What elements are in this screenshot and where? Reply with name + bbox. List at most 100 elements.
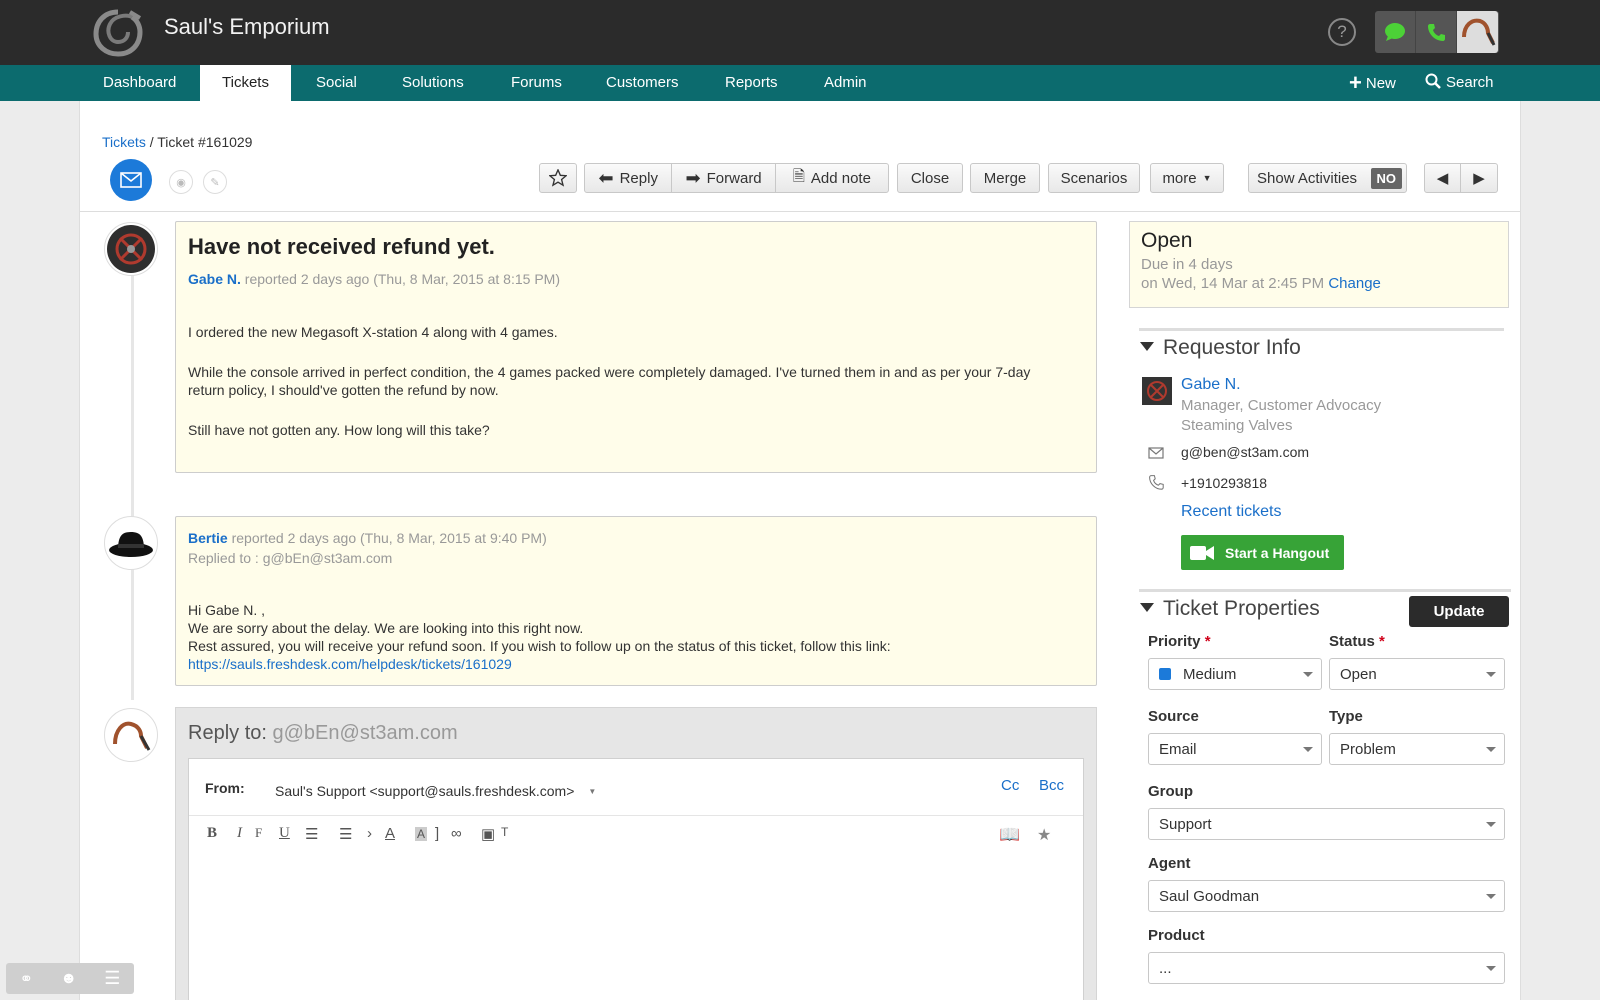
search-icon [1425, 73, 1441, 89]
reply-button[interactable]: ⬅ Reply [585, 164, 673, 192]
ticket-subject: Have not received refund yet. [188, 234, 495, 259]
tab-social[interactable]: Social [294, 65, 379, 101]
tab-admin[interactable]: Admin [802, 65, 889, 101]
star-button[interactable] [539, 163, 577, 193]
menu-icon[interactable]: ☰ [104, 968, 120, 989]
source-select[interactable]: Email [1148, 733, 1322, 765]
phone-icon[interactable] [1416, 11, 1457, 53]
next-ticket-button[interactable]: ▶ [1461, 164, 1497, 192]
breadcrumb-tickets-link[interactable]: Tickets [102, 134, 146, 150]
group-select[interactable]: Support [1148, 808, 1505, 840]
chat-icon[interactable] [1375, 11, 1416, 53]
change-due-link[interactable]: Change [1328, 275, 1381, 292]
caret-down-icon [1303, 672, 1313, 677]
help-icon[interactable]: ? [1328, 18, 1356, 46]
tab-dashboard[interactable]: Dashboard [81, 65, 198, 101]
headset-icon[interactable]: ⚭ [20, 969, 33, 989]
logo-icon[interactable] [92, 8, 144, 58]
type-select[interactable]: Problem [1329, 733, 1505, 765]
start-hangout-button[interactable]: Start a Hangout [1181, 535, 1344, 570]
ticket-description: Have not received refund yet. Gabe N. re… [175, 221, 1097, 473]
conversation-timeline [131, 250, 134, 700]
caret-down-icon [1140, 342, 1154, 351]
reply-to-heading: Reply to: g@bEn@st3am.com [188, 722, 458, 744]
message-author-link[interactable]: Bertie [188, 530, 228, 546]
previous-ticket-button[interactable]: ◀ [1425, 164, 1461, 192]
agent-avatar[interactable] [104, 516, 158, 570]
caret-down-icon [1486, 966, 1496, 971]
brand-name: Saul's Emporium [164, 14, 330, 39]
message-line: I ordered the new Megasoft X-station 4 a… [188, 324, 558, 340]
user-avatar[interactable] [1457, 11, 1498, 53]
more-button[interactable]: more ▼ [1150, 163, 1224, 193]
user-icon[interactable]: ☻ [60, 970, 77, 988]
star-icon [549, 169, 567, 187]
breadcrumb: Tickets / Ticket #161029 [102, 134, 253, 150]
canned-response-icon[interactable]: ★ [1037, 825, 1051, 845]
recent-tickets-link[interactable]: Recent tickets [1181, 503, 1281, 521]
plus-icon: + [1349, 70, 1362, 95]
requestor-name-link[interactable]: Gabe N. [1181, 376, 1241, 394]
requestor-phone: +1910293818 [1181, 475, 1268, 491]
status-select[interactable]: Open [1329, 658, 1505, 690]
forward-button[interactable]: ➡ Forward [672, 164, 776, 192]
add-note-button[interactable]: 🗎 Add note [776, 164, 888, 192]
cc-link[interactable]: Cc [1001, 777, 1019, 794]
watch-icon[interactable]: ◉ [169, 170, 193, 194]
ticket-properties-header[interactable]: Ticket Properties [1140, 597, 1320, 621]
scenarios-button[interactable]: Scenarios [1048, 163, 1140, 193]
customer-avatar[interactable] [104, 222, 158, 276]
knowledge-base-icon[interactable]: 📖 [999, 825, 1020, 845]
message-line: Hi Gabe N. , [188, 602, 266, 618]
chevron-left-icon: ◀ [1436, 170, 1449, 187]
editor-divider [189, 815, 1083, 816]
merge-button[interactable]: Merge [970, 163, 1040, 193]
indent-icon[interactable]: › [367, 825, 372, 842]
reply-editor-container: Reply to: g@bEn@st3am.com From: Saul's S… [175, 707, 1097, 1000]
ticket-link[interactable]: https://sauls.freshdesk.com/helpdesk/tic… [188, 655, 512, 673]
message-author-link[interactable]: Gabe N. [188, 271, 241, 287]
tab-customers[interactable]: Customers [584, 65, 701, 101]
italic-icon[interactable]: I [237, 825, 242, 842]
numbered-list-icon[interactable]: ☰ [339, 825, 352, 843]
requestor-info-header[interactable]: Requestor Info [1140, 336, 1301, 360]
from-select[interactable]: Saul's Support <support@sauls.freshdesk.… [265, 777, 625, 805]
status-label: Status * [1329, 633, 1385, 650]
search-button[interactable]: Search [1425, 65, 1494, 101]
caret-down-icon: ▼ [1202, 173, 1212, 183]
underline-icon[interactable]: U [279, 825, 290, 842]
tab-solutions[interactable]: Solutions [380, 65, 486, 101]
new-button[interactable]: + New [1349, 65, 1396, 101]
agent-select[interactable]: Saul Goodman [1148, 880, 1505, 912]
bullet-list-icon[interactable]: ☰ [305, 825, 318, 843]
priority-select[interactable]: Medium [1148, 658, 1322, 690]
reply-editor[interactable]: From: Saul's Support <support@sauls.fres… [188, 758, 1084, 1000]
link-icon[interactable]: ∞ [451, 825, 462, 842]
bold-icon[interactable]: B [207, 825, 217, 842]
tab-forums[interactable]: Forums [489, 65, 584, 101]
clear-format-icon[interactable]: T [501, 825, 508, 839]
code-icon[interactable]: ] [435, 825, 439, 842]
tab-reports[interactable]: Reports [703, 65, 800, 101]
message-meta: reported 2 days ago (Thu, 8 Mar, 2015 at… [244, 271, 560, 287]
status-summary: Open Due in 4 days on Wed, 14 Mar at 2:4… [1129, 221, 1509, 308]
font-icon[interactable]: F [255, 825, 262, 841]
bcc-link[interactable]: Bcc [1039, 777, 1064, 794]
update-button[interactable]: Update [1409, 596, 1509, 627]
text-color-icon[interactable]: A [385, 825, 395, 842]
tab-tickets[interactable]: Tickets [200, 65, 291, 101]
from-label: From: [205, 780, 245, 796]
product-select[interactable]: ... [1148, 952, 1505, 984]
agent-reply: Bertie reported 2 days ago (Thu, 8 Mar, … [175, 516, 1097, 686]
message-line: Rest assured, you will receive your refu… [188, 638, 891, 654]
priority-label: Priority * [1148, 633, 1211, 650]
edit-icon[interactable]: ✎ [203, 170, 227, 194]
close-button[interactable]: Close [897, 163, 963, 193]
replied-to: Replied to : g@bEn@st3am.com [188, 550, 393, 566]
background-color-icon[interactable]: A [415, 827, 428, 841]
image-icon[interactable]: ▣ [481, 825, 495, 843]
message-line: We are sorry about the delay. We are loo… [188, 620, 584, 636]
caret-down-icon [1303, 747, 1313, 752]
message-line: Still have not gotten any. How long will… [188, 422, 490, 438]
show-activities-toggle[interactable]: Show Activities NO [1248, 163, 1407, 193]
